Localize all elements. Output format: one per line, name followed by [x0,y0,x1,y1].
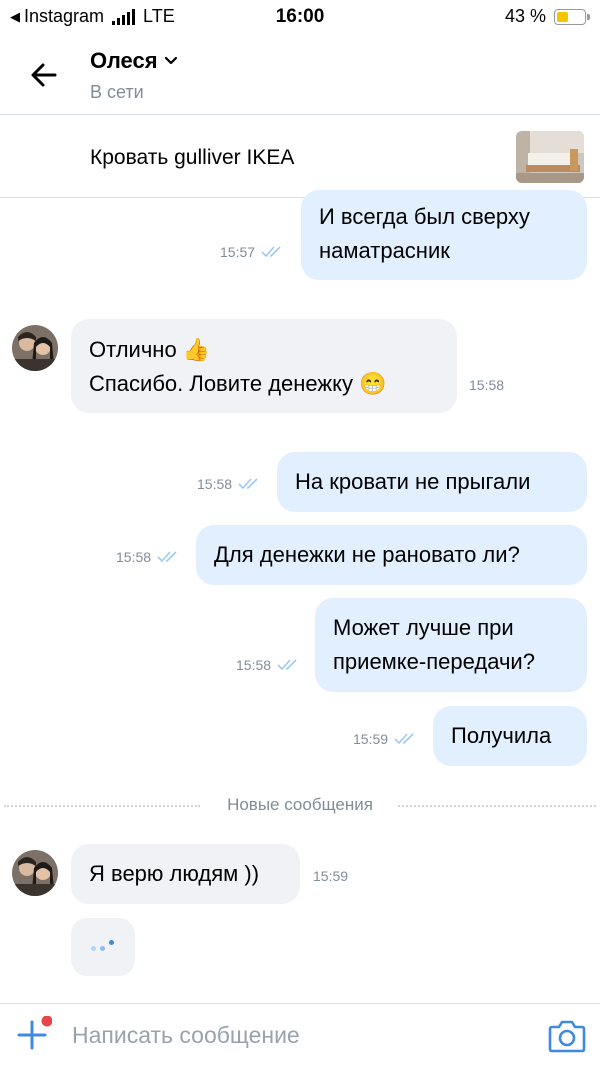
status-right: 43 % [504,6,590,27]
message-input[interactable] [72,1018,512,1052]
message-bubble-incoming[interactable]: Я верю людям )) [71,844,300,904]
listing-title[interactable]: Кровать gulliver IKEA [90,146,294,170]
message-line: И всегда был сверху [319,204,530,229]
message-line: Для денежки не рановато ли? [214,542,520,567]
contact-name-label: Олеся [90,48,158,73]
typing-dot [109,940,114,945]
message-meta: 15:59 [313,868,348,884]
message-line: Отлично 👍 [89,337,211,362]
battery-icon [554,8,590,25]
message-time: 15:59 [313,868,349,884]
message-bubble-outgoing[interactable]: И всегда был сверху наматрасник [301,190,587,280]
message-meta: 15:57 [220,244,285,260]
message-line: Спасибо. Ловите денежку 😁 [89,371,387,396]
contact-avatar[interactable] [12,850,58,896]
status-bar: ◀ Instagram LTE 16:00 43 % [0,0,600,34]
message-line: Я верю людям )) [89,861,260,886]
message-meta: 15:58 [236,657,301,673]
message-meta: 15:58 [469,377,504,393]
message-time: 15:58 [197,476,233,492]
chevron-down-icon [164,56,177,65]
read-double-check-icon [157,551,177,563]
message-time: 15:58 [116,549,152,565]
message-meta: 15:58 [197,476,262,492]
message-time: 15:58 [236,657,272,673]
battery-percent: 43 % [504,6,546,26]
arrow-left-icon[interactable] [28,58,62,92]
message-bubble-outgoing[interactable]: На кровати не прыгали [277,452,587,512]
read-double-check-icon [394,733,414,745]
message-line: приемке-передачи? [333,649,535,674]
typing-dot [100,946,105,951]
message-time: 15:58 [469,377,505,393]
read-double-check-icon [238,478,258,490]
contact-avatar[interactable] [12,325,58,371]
new-messages-label: Новые сообщения [219,795,381,814]
read-double-check-icon [277,659,297,671]
header-divider [0,114,600,115]
message-line: На кровати не прыгали [295,469,531,494]
camera-icon[interactable] [548,1018,586,1054]
typing-indicator [71,918,135,976]
message-bubble-incoming[interactable]: Отлично 👍 Спасибо. Ловите денежку 😁 [71,319,457,413]
message-bubble-outgoing[interactable]: Может лучше при приемке-передачи? [315,598,587,692]
plus-icon[interactable] [14,1016,52,1054]
message-line: наматрасник [319,238,450,263]
typing-dot [91,946,96,951]
new-messages-divider: Новые сообщения [0,795,600,815]
message-bubble-outgoing[interactable]: Получила [433,706,587,766]
message-time: 15:57 [220,244,256,260]
message-line: Получила [451,723,552,748]
read-double-check-icon [261,246,281,258]
message-bubble-outgoing[interactable]: Для денежки не рановато ли? [196,525,587,585]
message-time: 15:59 [353,731,389,747]
message-meta: 15:58 [116,549,181,565]
message-meta: 15:59 [353,731,418,747]
bed-photo-thumbnail[interactable] [516,131,584,183]
presence-status: В сети [90,82,144,102]
contact-name[interactable]: Олеся [90,48,178,74]
message-line: Может лучше при [333,615,514,640]
